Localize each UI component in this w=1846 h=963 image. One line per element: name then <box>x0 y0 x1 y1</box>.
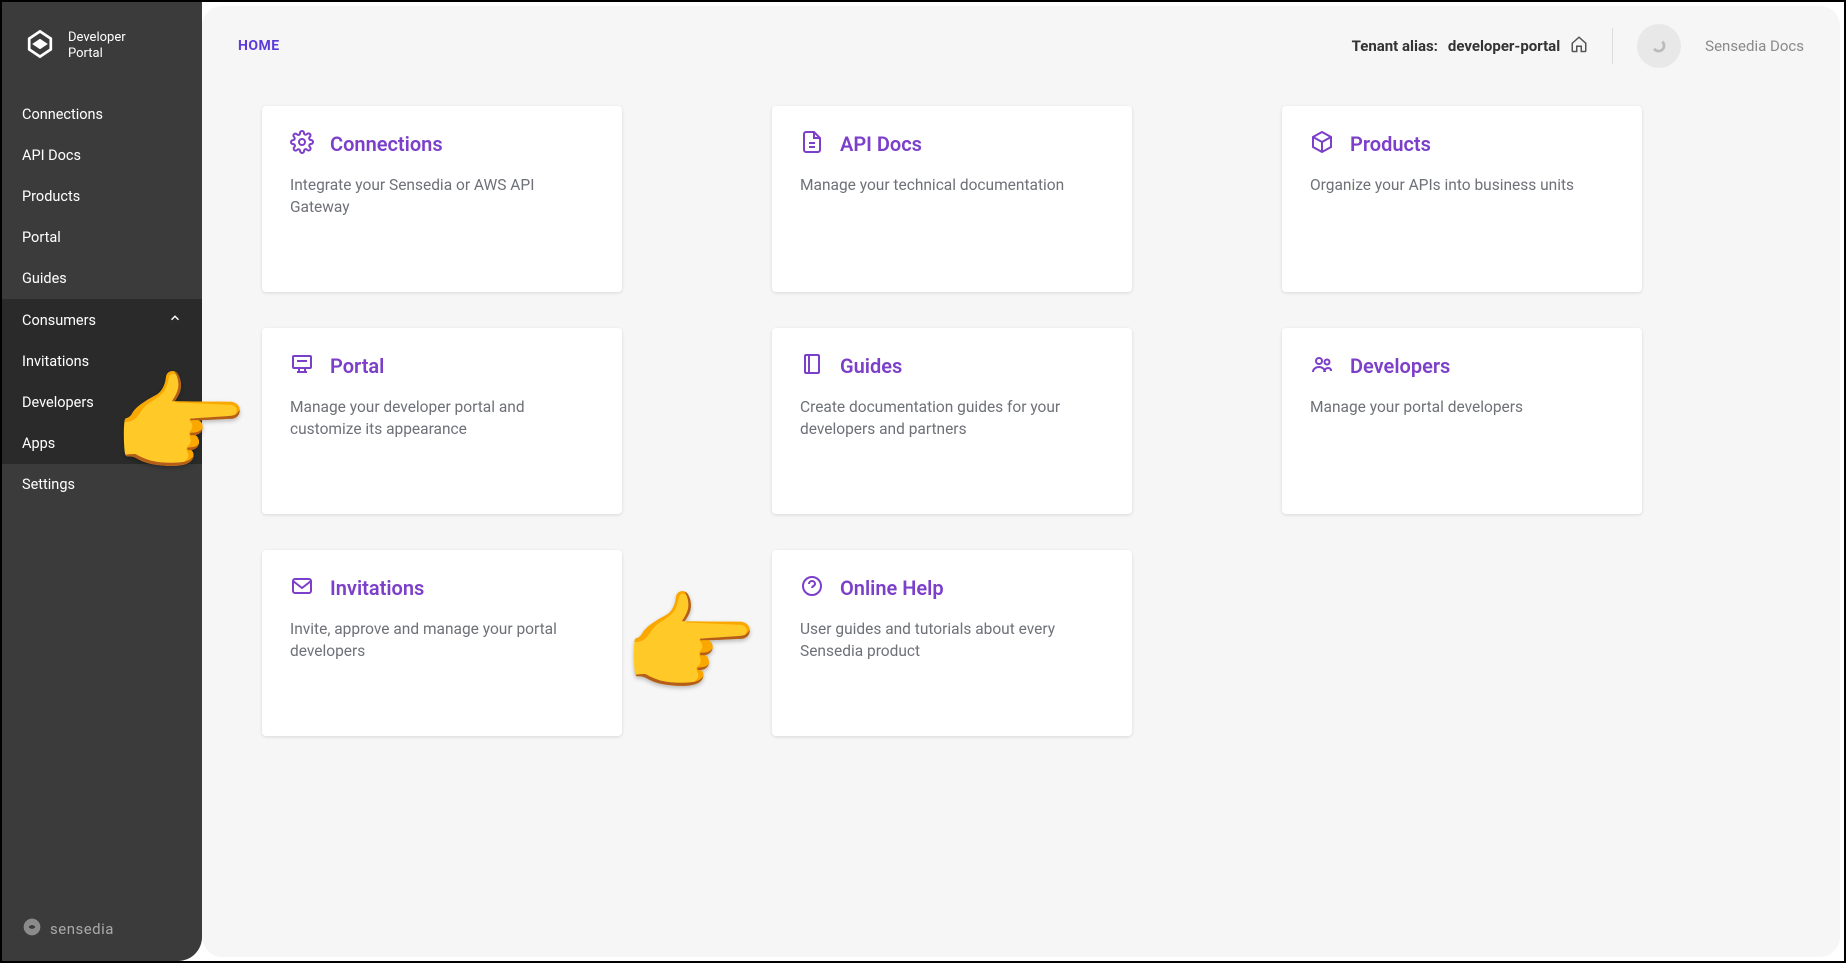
help-icon <box>800 574 824 602</box>
sidebar-item-guides[interactable]: Guides <box>2 258 202 299</box>
avatar[interactable] <box>1637 24 1681 68</box>
tenant-alias: developer-portal <box>1448 37 1560 55</box>
sidebar-submenu-consumers: Invitations Developers Apps <box>2 341 202 464</box>
cube-icon <box>1310 130 1334 158</box>
card-desc: Integrate your Sensedia or AWS API Gatew… <box>290 174 594 219</box>
tenant-label: Tenant alias: <box>1352 37 1438 55</box>
docs-link[interactable]: Sensedia Docs <box>1705 37 1804 55</box>
card-invitations[interactable]: Invitations Invite, approve and manage y… <box>262 550 622 736</box>
card-products[interactable]: Products Organize your APIs into busines… <box>1282 106 1642 292</box>
logo-icon <box>22 26 58 66</box>
card-title: Developers <box>1350 354 1450 378</box>
home-icon[interactable] <box>1570 35 1588 57</box>
file-icon <box>800 130 824 158</box>
sidebar-item-connections[interactable]: Connections <box>2 94 202 135</box>
card-desc: Manage your portal developers <box>1310 396 1614 418</box>
brand-name: sensedia <box>50 920 114 938</box>
sidebar-item-portal[interactable]: Portal <box>2 217 202 258</box>
chevron-up-icon <box>168 311 182 329</box>
card-desc: Invite, approve and manage your portal d… <box>290 618 594 663</box>
sidebar-item-invitations[interactable]: Invitations <box>2 341 202 382</box>
card-guides[interactable]: Guides Create documentation guides for y… <box>772 328 1132 514</box>
sidebar-nav: Connections API Docs Products Portal Gui… <box>2 94 202 505</box>
sidebar: Developer Portal Connections API Docs Pr… <box>2 2 202 961</box>
card-title: Invitations <box>330 576 424 600</box>
card-developers[interactable]: Developers Manage your portal developers <box>1282 328 1642 514</box>
card-title: Products <box>1350 132 1431 156</box>
breadcrumb[interactable]: HOME <box>238 38 280 54</box>
card-api-docs[interactable]: API Docs Manage your technical documenta… <box>772 106 1132 292</box>
app-name: Developer Portal <box>68 30 126 61</box>
brand-icon <box>22 917 42 941</box>
sidebar-item-apps[interactable]: Apps <box>2 423 202 464</box>
card-desc: Create documentation guides for your dev… <box>800 396 1104 441</box>
card-online-help[interactable]: Online Help User guides and tutorials ab… <box>772 550 1132 736</box>
tenant-info: Tenant alias: developer-portal <box>1352 35 1589 57</box>
card-desc: User guides and tutorials about every Se… <box>800 618 1104 663</box>
sidebar-item-api-docs[interactable]: API Docs <box>2 135 202 176</box>
main-content: HOME Tenant alias: developer-portal Sens… <box>202 6 1840 957</box>
card-desc: Organize your APIs into business units <box>1310 174 1614 196</box>
card-desc: Manage your technical documentation <box>800 174 1104 196</box>
dashboard-grid: Connections Integrate your Sensedia or A… <box>202 86 1840 756</box>
book-icon <box>800 352 824 380</box>
card-title: Online Help <box>840 576 944 600</box>
gear-icon <box>290 130 314 158</box>
sidebar-item-products[interactable]: Products <box>2 176 202 217</box>
card-title: Connections <box>330 132 443 156</box>
sidebar-item-consumers[interactable]: Consumers <box>2 299 202 341</box>
card-desc: Manage your developer portal and customi… <box>290 396 594 441</box>
sidebar-item-developers[interactable]: Developers <box>2 382 202 423</box>
group-icon <box>1310 352 1334 380</box>
topbar: HOME Tenant alias: developer-portal Sens… <box>202 6 1840 86</box>
sidebar-item-settings[interactable]: Settings <box>2 464 202 505</box>
mail-icon <box>290 574 314 602</box>
card-title: API Docs <box>840 132 922 156</box>
divider <box>1612 28 1613 64</box>
card-portal[interactable]: Portal Manage your developer portal and … <box>262 328 622 514</box>
sidebar-footer: sensedia <box>2 897 202 961</box>
card-title: Guides <box>840 354 902 378</box>
card-connections[interactable]: Connections Integrate your Sensedia or A… <box>262 106 622 292</box>
monitor-icon <box>290 352 314 380</box>
app-logo[interactable]: Developer Portal <box>2 2 202 94</box>
card-title: Portal <box>330 354 384 378</box>
